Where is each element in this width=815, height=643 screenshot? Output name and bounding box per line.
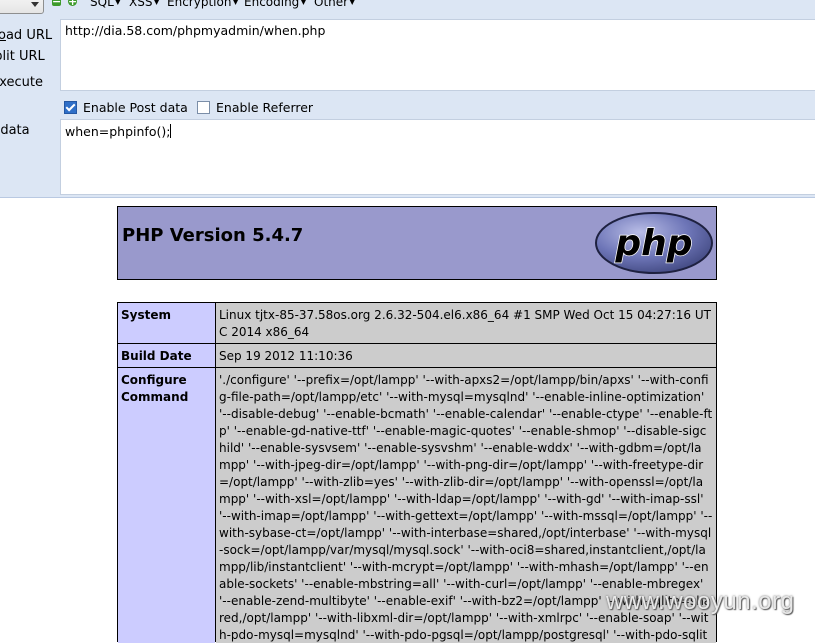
menu-encryption[interactable]: Encryption▼	[167, 0, 239, 9]
hackbar-menubar: − + SQL▼ XSS▼ Encryption▼ Encoding▼ Othe…	[0, 0, 815, 14]
watermark: www.wooyun.org	[606, 588, 795, 615]
row-value: Sep 19 2012 11:10:36	[216, 344, 716, 367]
caret-down-icon: ▼	[153, 0, 160, 6]
phpinfo-header: PHP Version 5.4.7 php	[117, 206, 717, 280]
caret-down-icon: ▼	[300, 0, 307, 6]
menu-sql[interactable]: SQL▼	[90, 0, 121, 9]
menu-encoding-label: Encoding	[244, 0, 300, 9]
caret-down-icon: ▼	[114, 0, 121, 6]
table-row: System Linux tjtx-85-37.58os.org 2.6.32-…	[118, 303, 716, 344]
table-row: Build Date Sep 19 2012 11:10:36	[118, 344, 716, 368]
checkbox-checked-icon[interactable]	[64, 101, 77, 114]
post-data-label-text: Post data	[0, 123, 30, 138]
menu-encryption-label: Encryption	[167, 0, 232, 9]
post-data-textarea[interactable]: when=phpinfo();	[60, 119, 815, 195]
checkbox-unchecked-icon[interactable]	[197, 101, 210, 114]
php-logo-icon: php	[595, 212, 713, 274]
enable-post-data-label: Enable Post data	[83, 100, 188, 115]
split-url-label: Split URL	[0, 49, 45, 64]
enable-referrer-label: Enable Referrer	[216, 100, 314, 115]
post-data-label: Post data	[0, 123, 30, 139]
split-url-button[interactable]: Split URL	[0, 49, 45, 65]
caret-down-icon: ▼	[232, 0, 239, 6]
enable-post-data-checkbox[interactable]: Enable Post data	[64, 100, 188, 115]
text-cursor	[170, 124, 172, 138]
execute-button[interactable]: Execute	[0, 75, 43, 91]
hackbar-panel: − + SQL▼ XSS▼ Encryption▼ Encoding▼ Othe…	[0, 0, 815, 198]
menu-other-label: Other	[314, 0, 349, 9]
chevron-down-icon	[31, 2, 39, 7]
menu-other[interactable]: Other▼	[314, 0, 355, 9]
php-version-title: PHP Version 5.4.7	[122, 225, 304, 246]
menu-xss-label: XSS	[129, 0, 153, 9]
load-url-button[interactable]: Load URL	[0, 23, 52, 44]
execute-label: xecute	[0, 75, 43, 90]
php-logo-text: php	[614, 223, 692, 264]
row-key: Build Date	[118, 344, 215, 367]
row-value: Linux tjtx-85-37.58os.org 2.6.32-504.el6…	[216, 303, 716, 343]
top-dropdown[interactable]	[0, 0, 44, 14]
row-key: System	[118, 303, 215, 343]
menu-encoding[interactable]: Encoding▼	[244, 0, 306, 9]
load-url-label: ad URL	[5, 28, 53, 43]
url-textarea[interactable]: http://dia.58.com/phpmyadmin/when.php	[60, 19, 815, 91]
decrease-button[interactable]: −	[52, 0, 61, 7]
increase-button[interactable]: +	[68, 0, 77, 7]
row-key: Configure Command	[118, 368, 215, 643]
enable-referrer-checkbox[interactable]: Enable Referrer	[197, 100, 313, 115]
caret-down-icon: ▼	[349, 0, 356, 6]
menu-xss[interactable]: XSS▼	[129, 0, 160, 9]
post-data-value: when=phpinfo();	[65, 124, 171, 139]
menu-sql-label: SQL	[90, 0, 114, 9]
